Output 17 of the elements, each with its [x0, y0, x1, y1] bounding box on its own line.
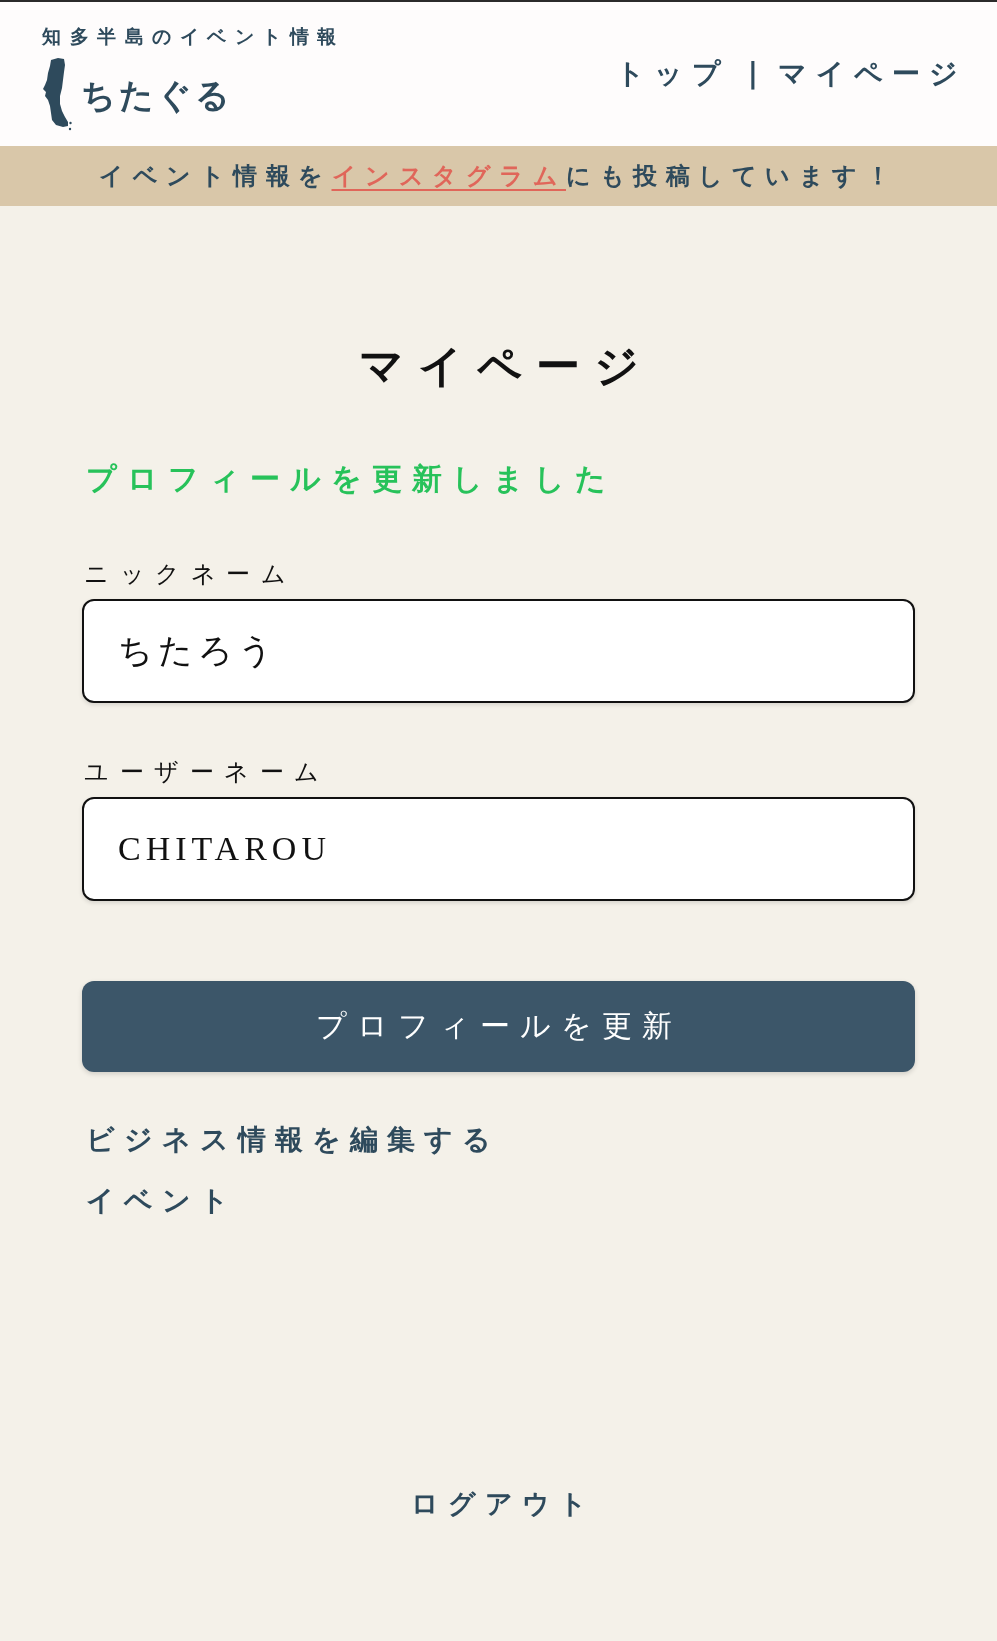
site-tagline: 知多半島のイベント情報: [42, 24, 345, 48]
page-link[interactable]: ビジネス情報を編集する: [86, 1120, 500, 1160]
page-title: マイページ: [357, 339, 653, 393]
page-link[interactable]: イベント: [86, 1181, 238, 1221]
update-profile-button[interactable]: プロフィールを更新: [82, 981, 915, 1072]
field-label: ユーザーネーム: [84, 758, 330, 787]
nav-link[interactable]: トップ: [615, 56, 730, 92]
field-label: ニックネーム: [84, 560, 296, 589]
text-field[interactable]: CHITAROU: [82, 797, 915, 901]
nav-separator: |: [747, 56, 758, 92]
logo-text[interactable]: ちたぐる: [81, 73, 233, 117]
text-field[interactable]: ちたろう: [82, 599, 915, 703]
peninsula-icon: [42, 58, 73, 132]
logout-link[interactable]: ログアウト: [401, 1484, 596, 1524]
banner-message: イベント情報を インスタグラム にも投稿しています！: [99, 161, 898, 192]
nav-link[interactable]: マイページ: [778, 56, 967, 92]
success-message: プロフィールを更新しました: [86, 460, 616, 498]
